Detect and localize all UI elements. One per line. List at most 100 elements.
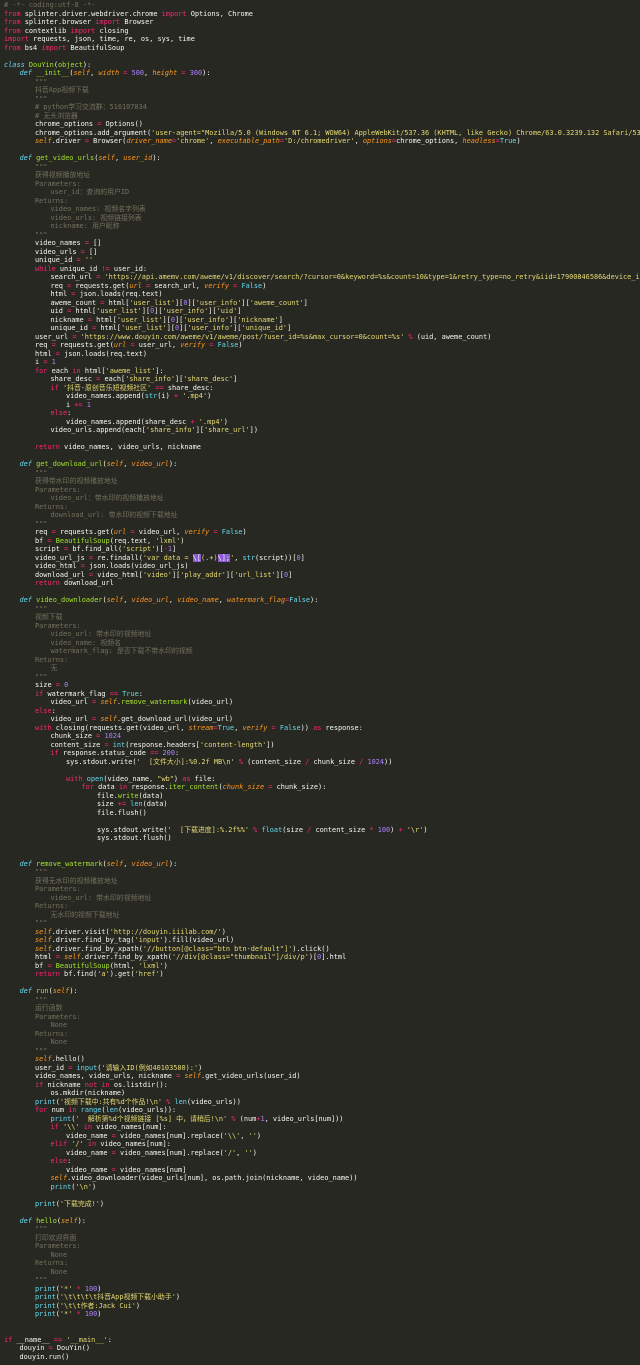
- code-token: Returns:: [35, 1259, 69, 1267]
- code-line: search_url = 'https://api.amemv.com/awem…: [4, 273, 640, 282]
- code-token: =: [88, 570, 98, 579]
- code-line: if '\\' in video_names[num]:: [4, 1123, 640, 1132]
- code-token: Returns:: [35, 1029, 69, 1038]
- code-line: Parameters:: [4, 180, 640, 189]
- code-token: 'url_list': [234, 570, 276, 579]
- code-token: .hello(): [51, 1055, 85, 1063]
- code-token: =: [209, 341, 218, 349]
- code-token: ):: [168, 859, 178, 868]
- code-token: user_url,: [138, 341, 181, 349]
- code-token: )): [384, 757, 393, 766]
- code-token: ]: [300, 553, 305, 562]
- code-token: ' [文件大小]:%0.2f MB\n': [136, 757, 235, 766]
- code-token: 'aweme_list': [105, 366, 156, 375]
- code-line: video_url: 带水印的视频地址: [4, 630, 640, 639]
- code-line: from splinter.browser import Browser: [4, 18, 640, 27]
- code-line: elif '/' in video_names[num]:: [4, 1140, 640, 1149]
- code-token: video_url: [131, 859, 169, 868]
- code-line: unique_id = html['user_list'][0]['user_i…: [4, 324, 640, 333]
- code-token: :: [138, 689, 143, 698]
- code-token: print: [35, 1097, 56, 1106]
- code-token: video_names[num]:: [96, 1123, 167, 1131]
- code-token: ,: [354, 137, 363, 145]
- code-token: class: [4, 60, 29, 69]
- code-token: video_url,: [138, 528, 185, 536]
- code-token: (size: [282, 825, 308, 834]
- code-token: data: [98, 783, 119, 791]
- code-token: def: [19, 987, 37, 995]
- code-token: Parameters:: [35, 885, 81, 893]
- code-line: video_names = []: [4, 239, 640, 248]
- code-line: def get_video_urls(self, user_id):: [4, 154, 640, 163]
- code-token: size: [35, 681, 56, 689]
- code-token: ' [下载进度]:%.2f%%': [167, 825, 250, 834]
- code-token: video_names: 视频名字列表: [50, 205, 146, 213]
- code-token: '*': [59, 1310, 73, 1318]
- code-token: ): [163, 961, 168, 970]
- code-token: closing(requests.get(video_url,: [55, 723, 189, 732]
- code-token: =: [104, 740, 113, 749]
- code-token: in: [68, 1106, 81, 1114]
- code-token: =: [48, 1344, 57, 1352]
- code-token: 无水印的视频下载地址: [50, 910, 120, 919]
- code-token: =: [76, 256, 85, 264]
- code-line: return bf.find('a').get('href'): [4, 970, 640, 979]
- code-token: import: [41, 43, 71, 52]
- code-token: chunk_size: [50, 732, 97, 740]
- code-token: self: [184, 1072, 201, 1080]
- code-token: ): [97, 1310, 102, 1318]
- code-line: if nickname not in os.listdir():: [4, 1081, 640, 1090]
- code-token: =: [111, 1148, 120, 1157]
- code-token: self: [50, 1174, 68, 1182]
- code-token: file.flush(): [97, 808, 147, 817]
- code-token: ]): [266, 740, 275, 749]
- code-token: 'user-agent="Mozilla/5.0 (Windows NT 6.1…: [151, 128, 640, 137]
- code-token: BeautifulSoup: [55, 961, 110, 970]
- code-token: 无: [50, 664, 58, 672]
- code-token: video_urls: 视频链接列表: [50, 213, 142, 222]
- code-token: 'https://www.douyin.com/aweme/v1/aweme/p…: [80, 332, 405, 341]
- code-line: Returns:: [4, 503, 640, 512]
- code-token: in: [79, 1123, 97, 1131]
- code-token: '\\': [62, 1123, 80, 1131]
- code-token: import: [161, 9, 191, 18]
- code-token: True: [499, 137, 517, 145]
- code-token: :: [107, 1335, 112, 1344]
- code-token: None: [50, 1250, 68, 1259]
- code-token: """: [35, 1276, 48, 1284]
- code-token: 'share_desc': [183, 375, 234, 383]
- code-token: str: [144, 392, 158, 400]
- code-token: %: [227, 1114, 240, 1123]
- code-token: (.+): [201, 553, 218, 562]
- code-token: 'share_info': [145, 426, 196, 434]
- code-token: Parameters:: [35, 621, 81, 630]
- code-line: """: [4, 163, 640, 172]
- code-line: self.driver.visit('http://douyin.iiilab.…: [4, 928, 640, 937]
- code-token: =: [271, 723, 280, 732]
- code-token: """: [35, 77, 48, 86]
- code-token: 'https://api.amemv.com/aweme/v1/discover…: [104, 273, 640, 281]
- code-line: chrome_options = Options(): [4, 120, 640, 129]
- code-line: 无: [4, 664, 640, 673]
- code-token: headless: [462, 137, 496, 145]
- code-token: '//div[@class="thumbnail"]/div/p': [171, 953, 309, 961]
- code-token: script: [35, 545, 65, 553]
- code-token: ][: [171, 570, 181, 579]
- code-line: print('\t\t作者:Jack Cui'): [4, 1302, 640, 1311]
- code-token: each: [51, 366, 73, 375]
- code-line: for each in html['aweme_list']:: [4, 367, 640, 376]
- code-token: as: [182, 774, 195, 783]
- code-token: :: [67, 409, 72, 417]
- code-token: write: [117, 791, 139, 800]
- code-token: 运行函数: [35, 1004, 63, 1012]
- code-token: 'play_addr': [180, 570, 226, 579]
- code-token: object: [57, 60, 83, 69]
- code-token: video_names, video_urls, nickname: [35, 1072, 177, 1080]
- code-token: *: [72, 1310, 85, 1318]
- code-editor[interactable]: # -*- coding:utf-8 -*- from splinter.driv…: [0, 0, 640, 1365]
- code-token: ,: [123, 859, 132, 868]
- code-line: 运行函数: [4, 1004, 640, 1013]
- code-token: len: [174, 1097, 187, 1106]
- code-line: if response.status_code == 200:: [4, 749, 640, 758]
- code-token: """: [35, 1046, 48, 1055]
